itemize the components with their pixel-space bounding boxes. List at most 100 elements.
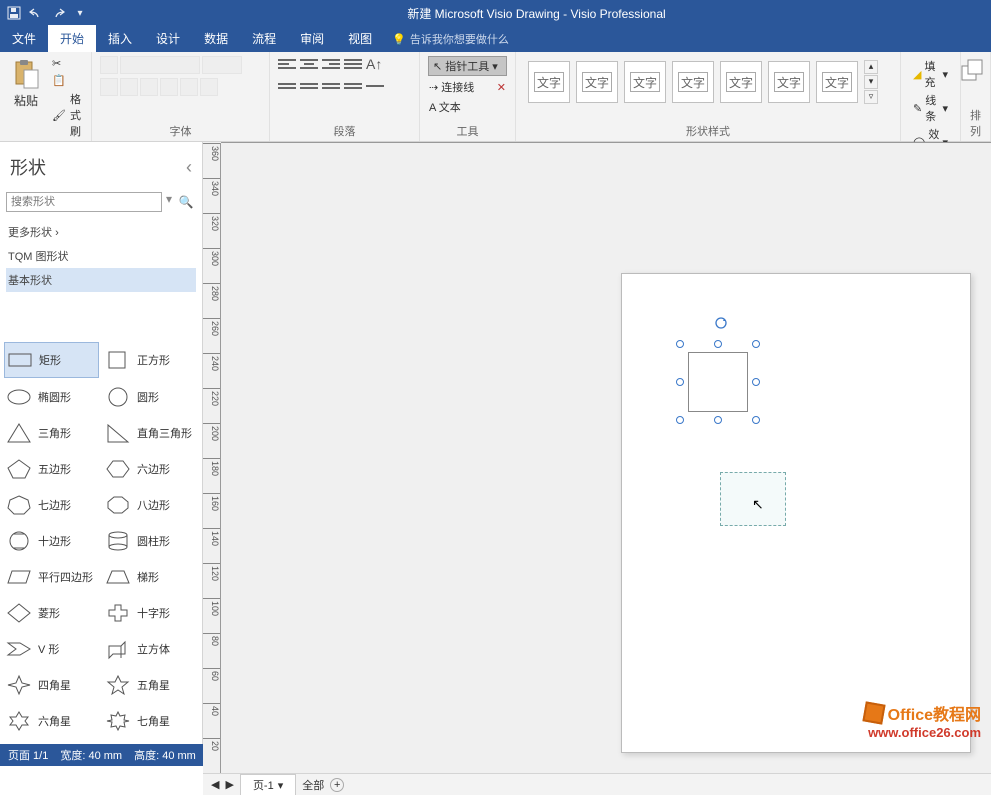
fill-button[interactable]: ◢填充▾: [913, 58, 948, 90]
ribbon-tabs: 文件 开始 插入 设计 数据 流程 审阅 视图 💡 告诉我你想要做什么: [0, 26, 991, 52]
watermark-icon: [862, 701, 885, 724]
ribbon: 粘贴 ✂ 📋 🖌 格式刷 剪贴板 字体: [0, 52, 991, 142]
align-bottom-icon[interactable]: [322, 78, 340, 94]
undo-icon[interactable]: [28, 5, 44, 21]
shape-icon: [6, 422, 32, 444]
shape-style-3[interactable]: 文字: [624, 61, 666, 103]
shape-grid: 矩形正方形椭圆形圆形三角形直角三角形五边形六边形七边形八边形十边形圆柱形平行四边…: [0, 336, 202, 744]
format-painter-button[interactable]: 🖌 格式刷: [50, 90, 83, 140]
shape-item-11[interactable]: 圆柱形: [103, 524, 198, 558]
save-icon[interactable]: [6, 5, 22, 21]
arrange-button[interactable]: [969, 56, 982, 92]
title-bar: ▾ 新建 Microsoft Visio Drawing - Visio Pro…: [0, 0, 991, 26]
quick-access-toolbar: ▾: [6, 5, 88, 21]
tab-design[interactable]: 设计: [144, 25, 192, 52]
align-right-icon[interactable]: [322, 56, 340, 72]
shape-style-6[interactable]: 文字: [768, 61, 810, 103]
shape-item-21[interactable]: 七角星: [103, 704, 198, 738]
shape-item-15[interactable]: 十字形: [103, 596, 198, 630]
tab-review[interactable]: 审阅: [288, 25, 336, 52]
tab-data[interactable]: 数据: [192, 25, 240, 52]
copy-button[interactable]: 📋: [50, 73, 83, 88]
shape-item-13[interactable]: 梯形: [103, 560, 198, 594]
drawing-page[interactable]: ↖: [621, 273, 971, 753]
chevron-right-icon: ›: [55, 227, 59, 239]
ribbon-group-arrange: 排列: [961, 52, 991, 141]
shape-style-7[interactable]: 文字: [816, 61, 858, 103]
chevron-left-icon[interactable]: ‹: [186, 157, 192, 178]
page-tab-1[interactable]: 页-1▾: [240, 774, 296, 795]
watermark: Office教程网 www.office26.com: [864, 701, 981, 740]
styles-scroll-down-icon[interactable]: ▾: [864, 75, 878, 89]
shape-icon: [105, 458, 131, 480]
shape-icon: [105, 530, 131, 552]
stencil-basic-shapes[interactable]: 基本形状: [6, 268, 196, 292]
connector-tool-button[interactable]: ⇢ 连接线 ✕: [428, 78, 507, 96]
search-dropdown-icon[interactable]: ▾: [166, 192, 172, 212]
rotation-handle-icon[interactable]: [714, 316, 728, 330]
shape-item-17[interactable]: 立方体: [103, 632, 198, 666]
text-tool-button[interactable]: A 文本: [428, 98, 507, 116]
redo-icon[interactable]: [50, 5, 66, 21]
bullets-icon[interactable]: [344, 56, 362, 72]
align-middle-icon[interactable]: [300, 78, 318, 94]
tab-process[interactable]: 流程: [240, 25, 288, 52]
tab-file[interactable]: 文件: [0, 25, 48, 52]
shape-item-16[interactable]: V 形: [4, 632, 99, 666]
drawing-canvas[interactable]: ↖: [221, 143, 991, 773]
ruler-vertical: 3603403203002802602402202001801601401201…: [203, 143, 221, 773]
align-top-icon[interactable]: [278, 78, 296, 94]
shape-item-19[interactable]: 五角星: [103, 668, 198, 702]
shape-item-6[interactable]: 五边形: [4, 452, 99, 486]
shape-item-4[interactable]: 三角形: [4, 416, 99, 450]
line-button[interactable]: ✎线条▾: [913, 92, 948, 124]
shape-item-18[interactable]: 四角星: [4, 668, 99, 702]
pointer-tool-button[interactable]: ↖ 指针工具 ▾: [428, 56, 507, 76]
shape-icon: [6, 458, 32, 480]
search-shapes-input[interactable]: [6, 192, 162, 212]
shape-item-12[interactable]: 平行四边形: [4, 560, 99, 594]
cut-button[interactable]: ✂: [50, 56, 83, 71]
shape-style-5[interactable]: 文字: [720, 61, 762, 103]
tab-scroll-left-icon[interactable]: ◀: [211, 778, 219, 791]
align-left-icon[interactable]: [278, 56, 296, 72]
tab-home[interactable]: 开始: [48, 25, 96, 52]
tab-insert[interactable]: 插入: [96, 25, 144, 52]
shape-item-3[interactable]: 圆形: [103, 380, 198, 414]
selected-shape[interactable]: [680, 344, 756, 420]
paste-button[interactable]: 粘贴: [8, 56, 44, 111]
qat-dropdown-icon[interactable]: ▾: [72, 5, 88, 21]
tab-scroll-right-icon[interactable]: ▶: [225, 778, 233, 791]
styles-more-icon[interactable]: ▿: [864, 90, 878, 104]
font-size-increase-icon[interactable]: A↑: [366, 56, 382, 72]
all-pages-button[interactable]: 全部: [302, 777, 324, 793]
shape-item-5[interactable]: 直角三角形: [103, 416, 198, 450]
shape-style-2[interactable]: 文字: [576, 61, 618, 103]
stencil-tqm[interactable]: TQM 图形状: [6, 244, 196, 268]
styles-scroll-up-icon[interactable]: ▴: [864, 60, 878, 74]
more-shapes-link[interactable]: 更多形状 ›: [6, 220, 196, 244]
paste-icon: [10, 58, 42, 90]
shape-item-2[interactable]: 椭圆形: [4, 380, 99, 414]
shape-item-9[interactable]: 八边形: [103, 488, 198, 522]
shape-style-4[interactable]: 文字: [672, 61, 714, 103]
shape-item-1[interactable]: 正方形: [103, 342, 198, 378]
shape-item-8[interactable]: 七边形: [4, 488, 99, 522]
tab-view[interactable]: 视图: [336, 25, 384, 52]
shape-item-0[interactable]: 矩形: [4, 342, 99, 378]
search-icon[interactable]: 🔍: [176, 192, 196, 212]
close-icon[interactable]: ✕: [497, 81, 506, 94]
add-page-icon[interactable]: +: [330, 778, 344, 792]
shape-item-14[interactable]: 菱形: [4, 596, 99, 630]
chevron-down-icon[interactable]: ▾: [278, 779, 284, 792]
shape-icon: [105, 674, 131, 696]
shape-item-20[interactable]: 六角星: [4, 704, 99, 738]
indent-icon[interactable]: [344, 78, 362, 94]
align-center-icon[interactable]: [300, 56, 318, 72]
ribbon-group-format: ◢填充▾ ✎线条▾ ◯效果▾: [901, 52, 961, 141]
tell-me-search[interactable]: 💡 告诉我你想要做什么: [384, 26, 517, 52]
shape-style-1[interactable]: 文字: [528, 61, 570, 103]
rotate-text-icon[interactable]: [366, 78, 384, 94]
shape-item-10[interactable]: 十边形: [4, 524, 99, 558]
shape-item-7[interactable]: 六边形: [103, 452, 198, 486]
